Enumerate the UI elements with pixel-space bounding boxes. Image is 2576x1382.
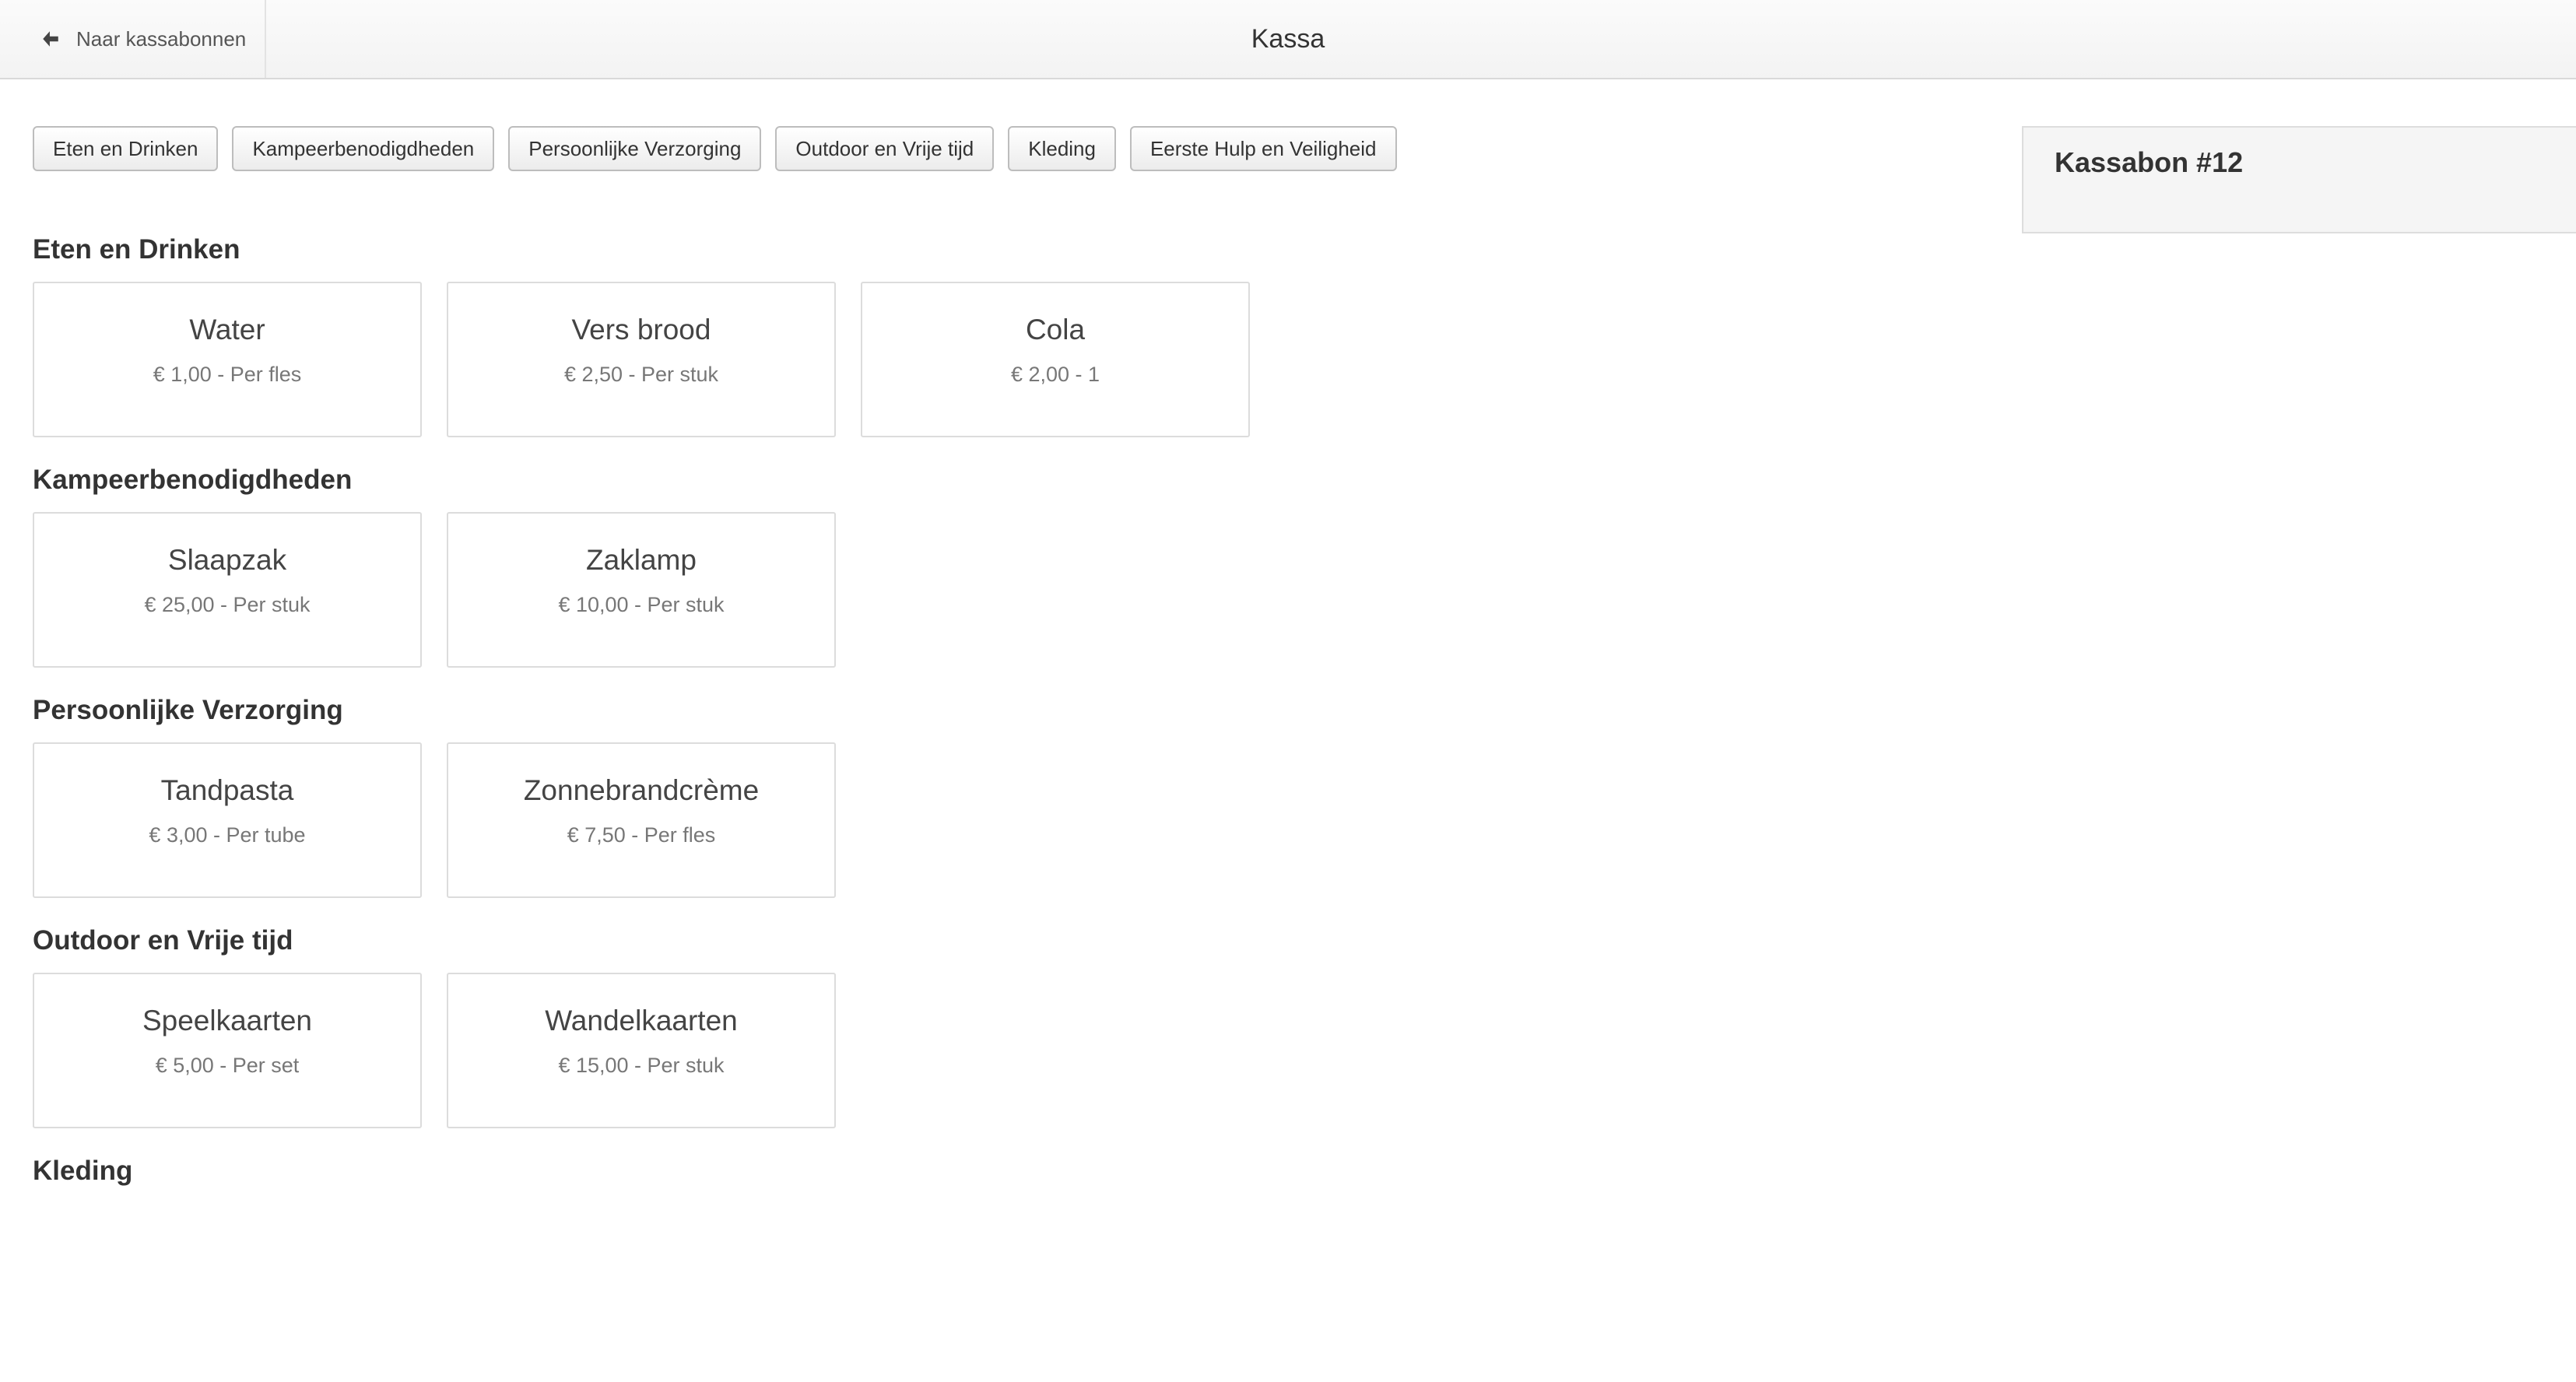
product-grid: Slaapzak € 25,00 - Per stuk Zaklamp € 10… bbox=[33, 512, 1278, 668]
receipt-title: Kassabon #12 bbox=[2055, 146, 2244, 178]
category-button-outdoor-en-vrije-tijd[interactable]: Outdoor en Vrije tijd bbox=[775, 126, 995, 171]
product-price: € 10,00 - Per stuk bbox=[558, 593, 725, 616]
product-name: Zaklamp bbox=[586, 544, 697, 576]
product-name: Speelkaarten bbox=[142, 1005, 313, 1036]
product-price: € 7,50 - Per fles bbox=[567, 823, 716, 847]
product-grid: Tandpasta € 3,00 - Per tube Zonnebrandcr… bbox=[33, 742, 1278, 898]
section-title: Eten en Drinken bbox=[33, 234, 240, 265]
product-name: Slaapzak bbox=[167, 544, 287, 576]
receipt-panel: Kassabon #12 bbox=[2022, 126, 2576, 233]
product-grid: Water € 1,00 - Per fles Vers brood € 2,5… bbox=[33, 282, 1278, 437]
product-name: Zonnebrandcrème bbox=[523, 774, 760, 806]
product-price: € 3,00 - Per tube bbox=[149, 823, 306, 847]
product-card-tandpasta[interactable]: Tandpasta € 3,00 - Per tube bbox=[33, 742, 422, 898]
product-card-water[interactable]: Water € 1,00 - Per fles bbox=[33, 282, 422, 437]
back-to-receipts-link[interactable]: Naar kassabonnen bbox=[0, 0, 266, 78]
product-card-zaklamp[interactable]: Zaklamp € 10,00 - Per stuk bbox=[447, 512, 836, 668]
product-card-wandelkaarten[interactable]: Wandelkaarten € 15,00 - Per stuk bbox=[447, 973, 836, 1128]
product-name: Water bbox=[189, 314, 265, 346]
product-card-cola[interactable]: Cola € 2,00 - 1 bbox=[861, 282, 1250, 437]
category-button-kampeerbenodigdheden[interactable]: Kampeerbenodigdheden bbox=[232, 126, 495, 171]
section-kleding: Kleding bbox=[33, 1152, 1278, 1382]
category-filter-bar: Eten en Drinken Kampeerbenodigdheden Per… bbox=[33, 126, 1397, 171]
section-title: Outdoor en Vrije tijd bbox=[33, 925, 293, 956]
category-button-kleding[interactable]: Kleding bbox=[1008, 126, 1116, 171]
product-card-speelkaarten[interactable]: Speelkaarten € 5,00 - Per set bbox=[33, 973, 422, 1128]
product-price: € 15,00 - Per stuk bbox=[558, 1054, 725, 1077]
product-sections: Eten en Drinken Water € 1,00 - Per fles … bbox=[33, 230, 1278, 1382]
product-name: Vers brood bbox=[571, 314, 711, 346]
product-grid: Speelkaarten € 5,00 - Per set Wandelkaar… bbox=[33, 973, 1278, 1128]
page-title: Kassa bbox=[1251, 23, 1325, 54]
product-card-zonnebrandcreme[interactable]: Zonnebrandcrème € 7,50 - Per fles bbox=[447, 742, 836, 898]
product-name: Wandelkaarten bbox=[545, 1005, 738, 1036]
category-button-persoonlijke-verzorging[interactable]: Persoonlijke Verzorging bbox=[508, 126, 762, 171]
product-price: € 2,00 - 1 bbox=[1010, 363, 1100, 386]
section-eten-en-drinken: Eten en Drinken Water € 1,00 - Per fles … bbox=[33, 230, 1278, 461]
product-price: € 5,00 - Per set bbox=[155, 1054, 300, 1077]
arrow-left-icon bbox=[43, 31, 58, 47]
top-bar: Naar kassabonnen Kassa bbox=[0, 0, 2576, 79]
section-persoonlijke-verzorging: Persoonlijke Verzorging Tandpasta € 3,00… bbox=[33, 691, 1278, 921]
section-title: Kleding bbox=[33, 1156, 133, 1186]
product-card-vers-brood[interactable]: Vers brood € 2,50 - Per stuk bbox=[447, 282, 836, 437]
product-name: Cola bbox=[1025, 314, 1086, 346]
category-button-eerste-hulp[interactable]: Eerste Hulp en Veiligheid bbox=[1129, 126, 1397, 171]
product-name: Tandpasta bbox=[160, 774, 294, 806]
section-title: Kampeerbenodigdheden bbox=[33, 465, 353, 495]
product-price: € 1,00 - Per fles bbox=[153, 363, 302, 386]
back-link-label: Naar kassabonnen bbox=[76, 26, 247, 51]
category-button-eten-en-drinken[interactable]: Eten en Drinken bbox=[33, 126, 219, 171]
product-card-slaapzak[interactable]: Slaapzak € 25,00 - Per stuk bbox=[33, 512, 422, 668]
section-kampeerbenodigdheden: Kampeerbenodigdheden Slaapzak € 25,00 - … bbox=[33, 461, 1278, 691]
section-outdoor-en-vrije-tijd: Outdoor en Vrije tijd Speelkaarten € 5,0… bbox=[33, 921, 1278, 1152]
product-price: € 2,50 - Per stuk bbox=[563, 363, 719, 386]
section-title: Persoonlijke Verzorging bbox=[33, 695, 343, 725]
product-price: € 25,00 - Per stuk bbox=[144, 593, 311, 616]
